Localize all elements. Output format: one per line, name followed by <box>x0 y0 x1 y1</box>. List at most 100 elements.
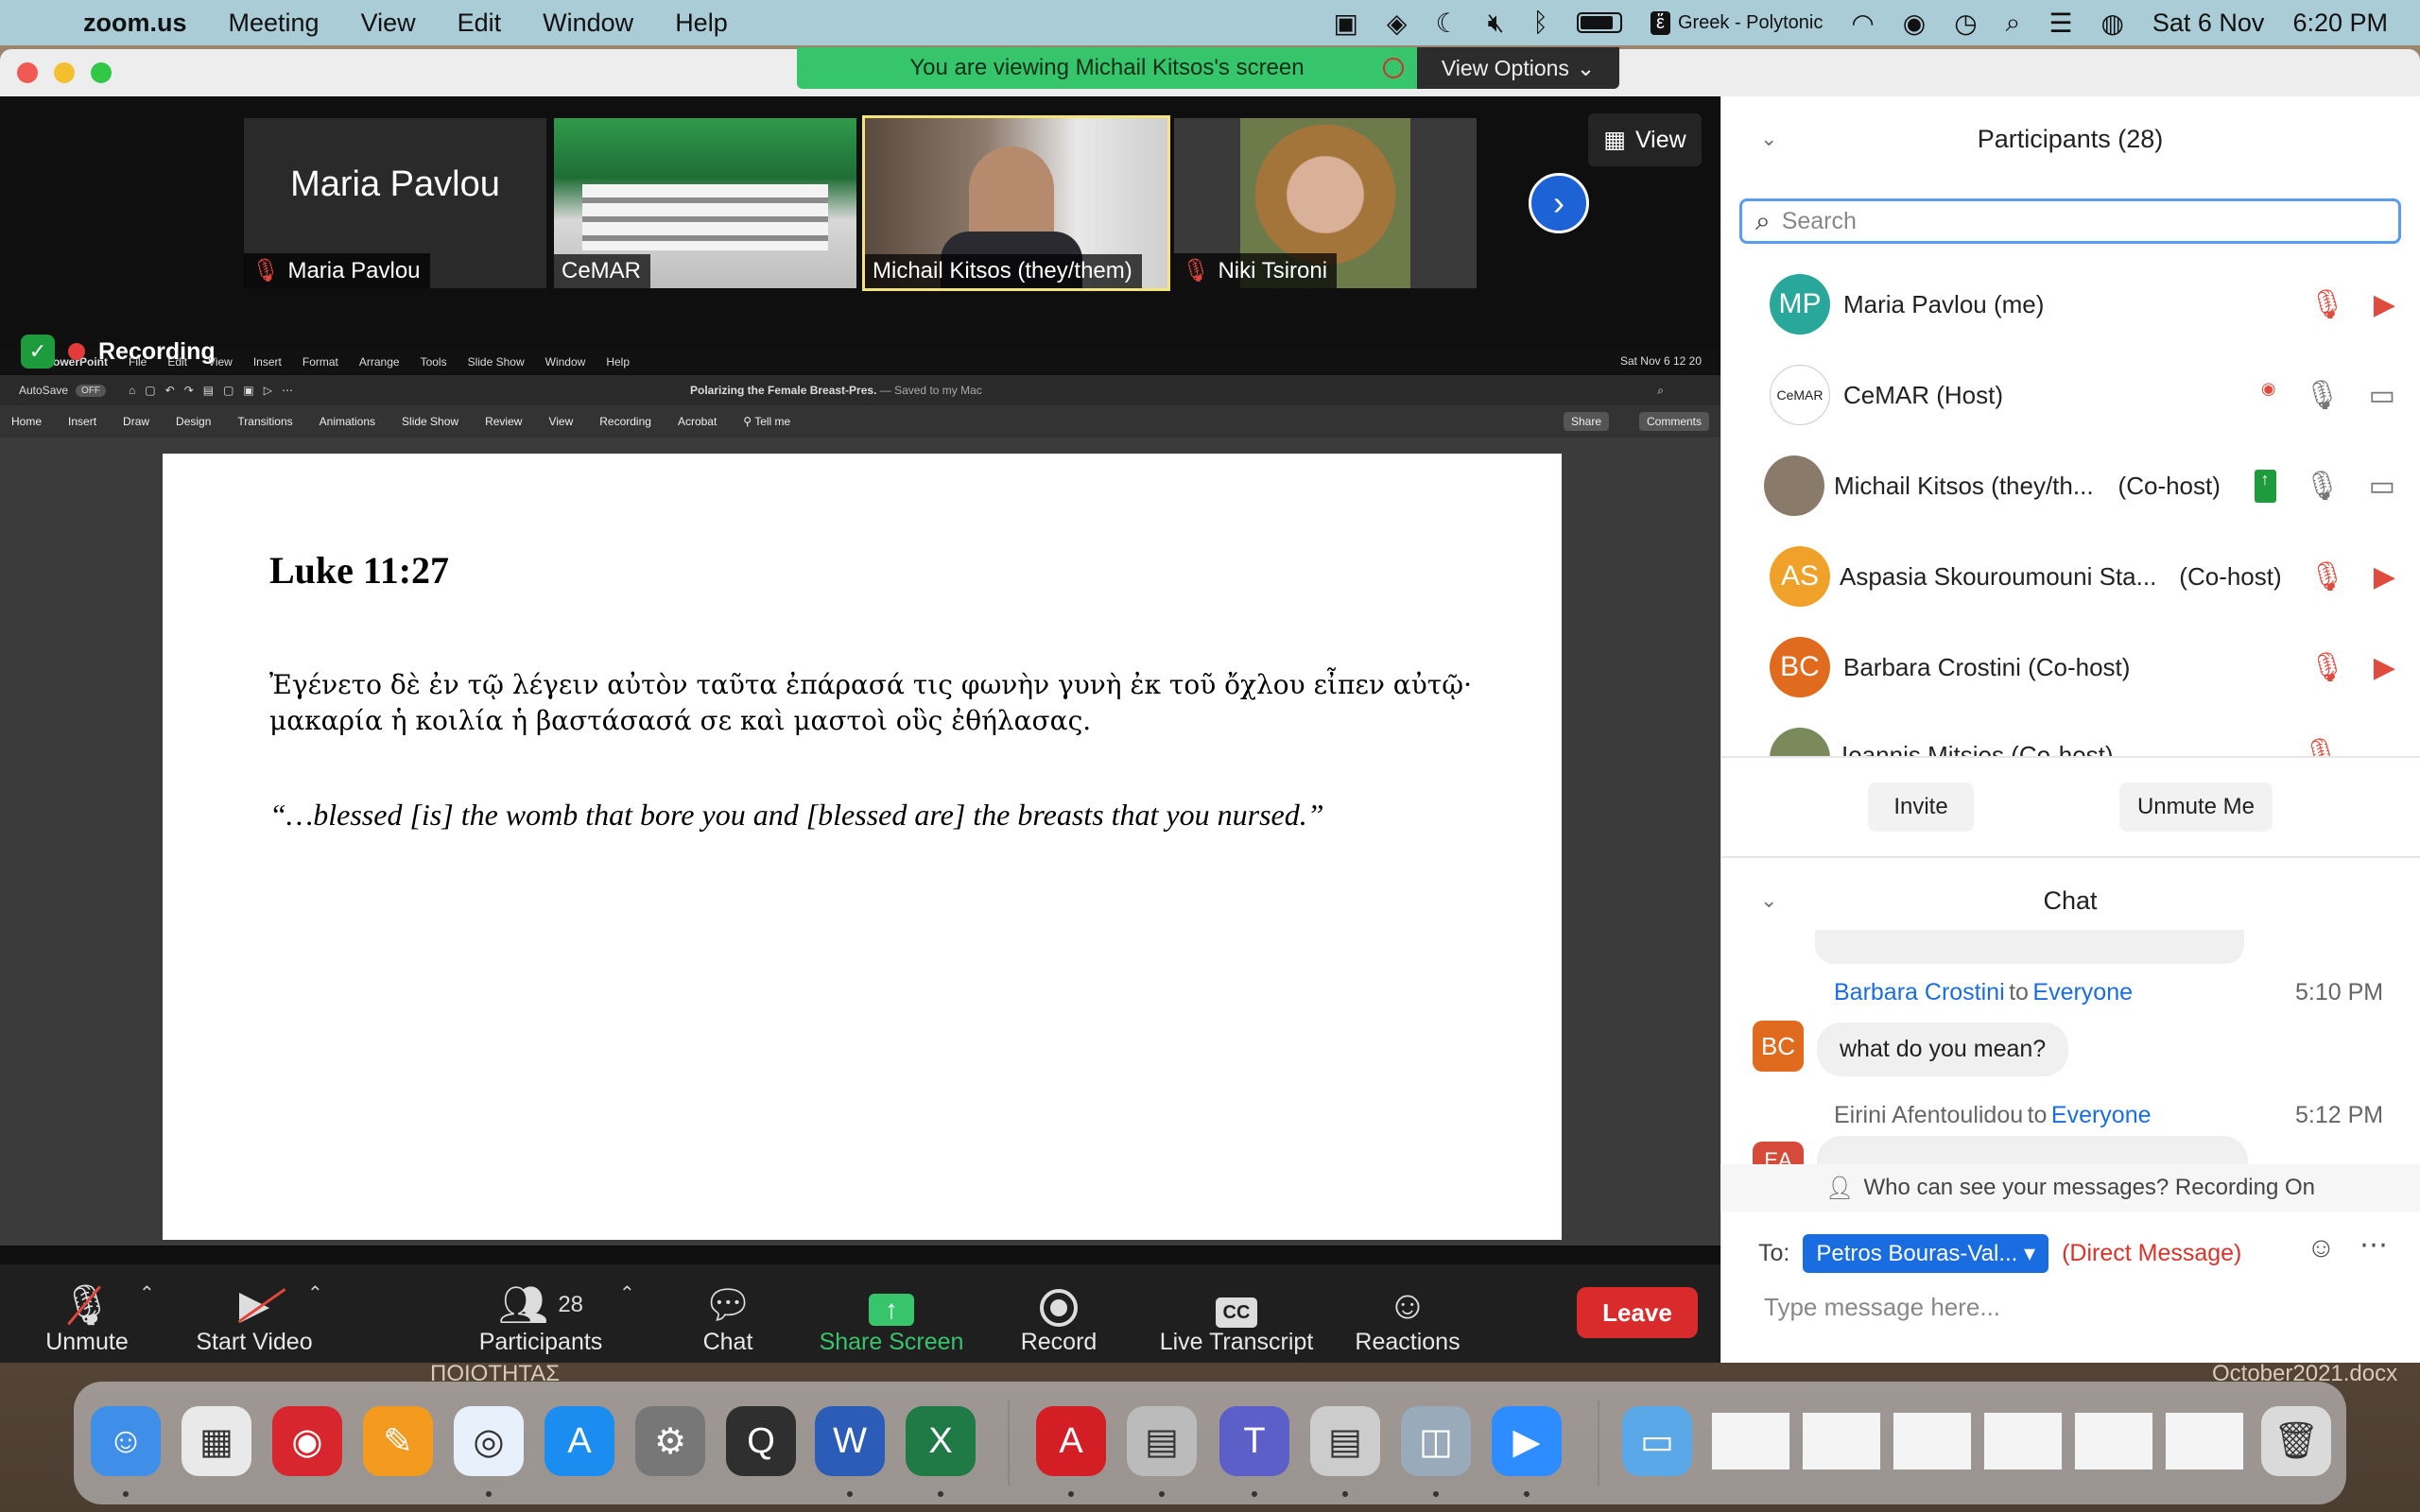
shared-menu-format[interactable]: Format <box>302 355 338 369</box>
live-transcript-button[interactable]: CC Live Transcript <box>1155 1271 1318 1356</box>
system-preferences-icon[interactable]: ⚙ <box>635 1406 705 1476</box>
chat-sender[interactable]: Eirini Afentoulidou <box>1834 1102 2023 1128</box>
video-tile-maria-pavlou[interactable]: Maria Pavlou 🎙︎ Maria Pavlou <box>244 118 546 288</box>
chat-message-bubble-partial[interactable] <box>1817 1136 2248 1164</box>
minimized-window-thumbnail[interactable] <box>2074 1412 2153 1470</box>
fullscreen-window-button[interactable] <box>91 62 112 83</box>
video-tile-niki-tsironi[interactable]: 🎙︎ Niki Tsironi <box>1174 118 1477 288</box>
bluetooth-icon[interactable]: ᛒ <box>1532 8 1548 38</box>
menubar-date[interactable]: Sat 6 Nov <box>2152 9 2265 38</box>
menubar-time[interactable]: 6:20 PM <box>2292 9 2388 38</box>
participant-row[interactable]: BC Barbara Crostini (Co-host) 🎙︎ ▶︎ <box>1720 622 2420 713</box>
finder-icon[interactable]: ☺ <box>91 1406 161 1476</box>
view-layout-button[interactable]: ▦ View <box>1588 113 1702 166</box>
share-screen-button[interactable]: ↑ Share Screen <box>815 1271 968 1356</box>
video-off-icon[interactable]: ▶︎ <box>2374 651 2395 684</box>
minimized-window-thumbnail[interactable] <box>1802 1412 1881 1470</box>
preview-icon[interactable]: ◫ <box>1401 1406 1471 1476</box>
excel-icon[interactable]: X <box>906 1406 976 1476</box>
user-icon[interactable]: ◉ <box>1903 8 1926 39</box>
chat-message-input[interactable]: Type message here... <box>1764 1293 2000 1322</box>
shared-menu-insert[interactable]: Insert <box>253 355 282 369</box>
pages-icon[interactable]: ✎ <box>363 1406 433 1476</box>
view-options-dropdown[interactable]: View Options ⌄ <box>1417 47 1619 89</box>
unmute-me-button[interactable]: Unmute Me <box>2119 782 2273 832</box>
participant-row[interactable]: AS Aspasia Skouroumouni Sta... (Co-host)… <box>1720 531 2420 622</box>
time-machine-icon[interactable]: ◷ <box>1954 8 1977 39</box>
word-icon[interactable]: W <box>815 1406 885 1476</box>
ribbon-tab-animations[interactable]: Animations <box>320 415 375 428</box>
participants-options-caret-icon[interactable]: ⌃ <box>619 1281 635 1305</box>
printer2-icon[interactable]: ▤ <box>1310 1406 1380 1476</box>
more-options-icon[interactable]: ⋯ <box>2360 1228 2388 1262</box>
participant-row[interactable]: MP Maria Pavlou (me) 🎙︎ ▶︎ <box>1720 259 2420 350</box>
ribbon-tab-draw[interactable]: Draw <box>123 415 149 428</box>
input-source-menu[interactable]: ἕ Greek - Polytonic <box>1651 10 1823 35</box>
app-store-icon[interactable]: A <box>544 1406 614 1476</box>
invite-button[interactable]: Invite <box>1868 782 1974 832</box>
spotlight-search-icon[interactable]: ⌕ <box>2006 8 2021 39</box>
trash-icon[interactable]: 🗑︎ <box>2261 1406 2331 1476</box>
ribbon-tab-insert[interactable]: Insert <box>68 415 96 428</box>
minimized-window-thumbnail[interactable] <box>1983 1412 2063 1470</box>
zoom-icon[interactable]: ▶ <box>1492 1406 1562 1476</box>
siri-icon[interactable]: ◍ <box>2100 8 2123 39</box>
ppt-comments-button[interactable]: Comments <box>1638 412 1709 431</box>
minimized-window-thumbnail[interactable] <box>1893 1412 1972 1470</box>
minimize-window-button[interactable] <box>54 62 75 83</box>
ribbon-tab-slideshow[interactable]: Slide Show <box>402 415 458 428</box>
ppt-quick-toolbar-icons[interactable]: ⌂▢↶↷▤▢▣▷⋯ <box>129 384 302 397</box>
menu-window[interactable]: Window <box>522 9 654 38</box>
ribbon-tab-view[interactable]: View <box>548 415 573 428</box>
printer-icon[interactable]: ▤ <box>1127 1406 1197 1476</box>
photo-booth-icon[interactable]: ◉ <box>272 1406 342 1476</box>
close-window-button[interactable] <box>17 62 38 83</box>
mic-muted-icon[interactable]: 🎙︎ <box>2309 560 2345 593</box>
moon-icon[interactable]: ☾ <box>1435 8 1459 39</box>
ribbon-tab-home[interactable]: Home <box>11 415 42 428</box>
video-tile-cemar[interactable]: CeMAR <box>554 118 856 288</box>
control-center-icon[interactable]: ☰ <box>2048 8 2072 39</box>
ribbon-tab-review[interactable]: Review <box>485 415 522 428</box>
video-tile-michail-kitsos[interactable]: Michail Kitsos (they/them) <box>862 115 1170 291</box>
mic-muted-icon[interactable]: 🎙︎ <box>2309 288 2345 321</box>
launchpad-icon[interactable]: ▦ <box>182 1406 251 1476</box>
app-menu[interactable]: zoom.us <box>62 9 208 38</box>
autosave-toggle[interactable]: OFF <box>76 384 107 397</box>
audio-options-caret-icon[interactable]: ⌃ <box>139 1281 155 1305</box>
chat-button[interactable]: 💬︎ Chat <box>690 1271 766 1356</box>
leave-button[interactable]: Leave <box>1577 1287 1698 1338</box>
video-off-icon[interactable]: ▶︎ <box>2374 288 2395 321</box>
tell-me-field[interactable]: ⚲ Tell me <box>743 415 790 428</box>
emoji-icon[interactable]: ☺ <box>2307 1232 2336 1264</box>
who-can-see-notice[interactable]: 👤︎ Who can see your messages? Recording … <box>1720 1164 2420 1211</box>
menu-meeting[interactable]: Meeting <box>208 9 340 38</box>
chat-message-bubble[interactable]: what do you mean? <box>1817 1022 2069 1076</box>
quicktime-icon[interactable]: Q <box>726 1406 796 1476</box>
mute-speaker-icon[interactable]: 🔇︎ <box>1488 8 1505 39</box>
mic-icon[interactable]: 🎙︎ <box>2305 470 2341 503</box>
participant-row-partial[interactable]: Ioannis Mitsios (Co-host) 🎙︎ <box>1720 713 2420 758</box>
safari-icon[interactable]: ◎ <box>454 1406 524 1476</box>
start-video-button[interactable]: ▶︎ Start Video <box>185 1271 323 1356</box>
participants-button[interactable]: 👥︎ 28 Participants <box>471 1271 611 1356</box>
ppt-share-button[interactable]: Share <box>1563 412 1609 431</box>
shared-menu-tools[interactable]: Tools <box>421 355 447 369</box>
menu-view[interactable]: View <box>340 9 437 38</box>
recording-indicator[interactable]: ✓ Recording <box>21 333 216 370</box>
recipient-dropdown[interactable]: Petros Bouras-Val... ▾ <box>1803 1234 2049 1273</box>
battery-icon[interactable] <box>1577 12 1623 33</box>
teams-icon[interactable]: T <box>1219 1406 1289 1476</box>
shared-menu-slideshow[interactable]: Slide Show <box>468 355 525 369</box>
record-button[interactable]: Record <box>1011 1271 1106 1356</box>
video-camera-icon[interactable]: ▭ <box>2369 379 2395 412</box>
dropbox-icon[interactable]: ◈ <box>1387 8 1408 39</box>
mic-icon[interactable]: 🎙︎ <box>2305 379 2341 412</box>
acrobat-icon[interactable]: A <box>1036 1406 1106 1476</box>
video-off-icon[interactable]: ▶︎ <box>2374 560 2395 593</box>
shared-menu-arrange[interactable]: Arrange <box>359 355 400 369</box>
ppt-search-icon[interactable]: ⌕ <box>1657 384 1664 398</box>
ribbon-tab-acrobat[interactable]: Acrobat <box>678 415 717 428</box>
mic-muted-icon[interactable]: 🎙︎ <box>2303 737 2339 758</box>
folder-icon[interactable]: ▭ <box>1622 1406 1692 1476</box>
